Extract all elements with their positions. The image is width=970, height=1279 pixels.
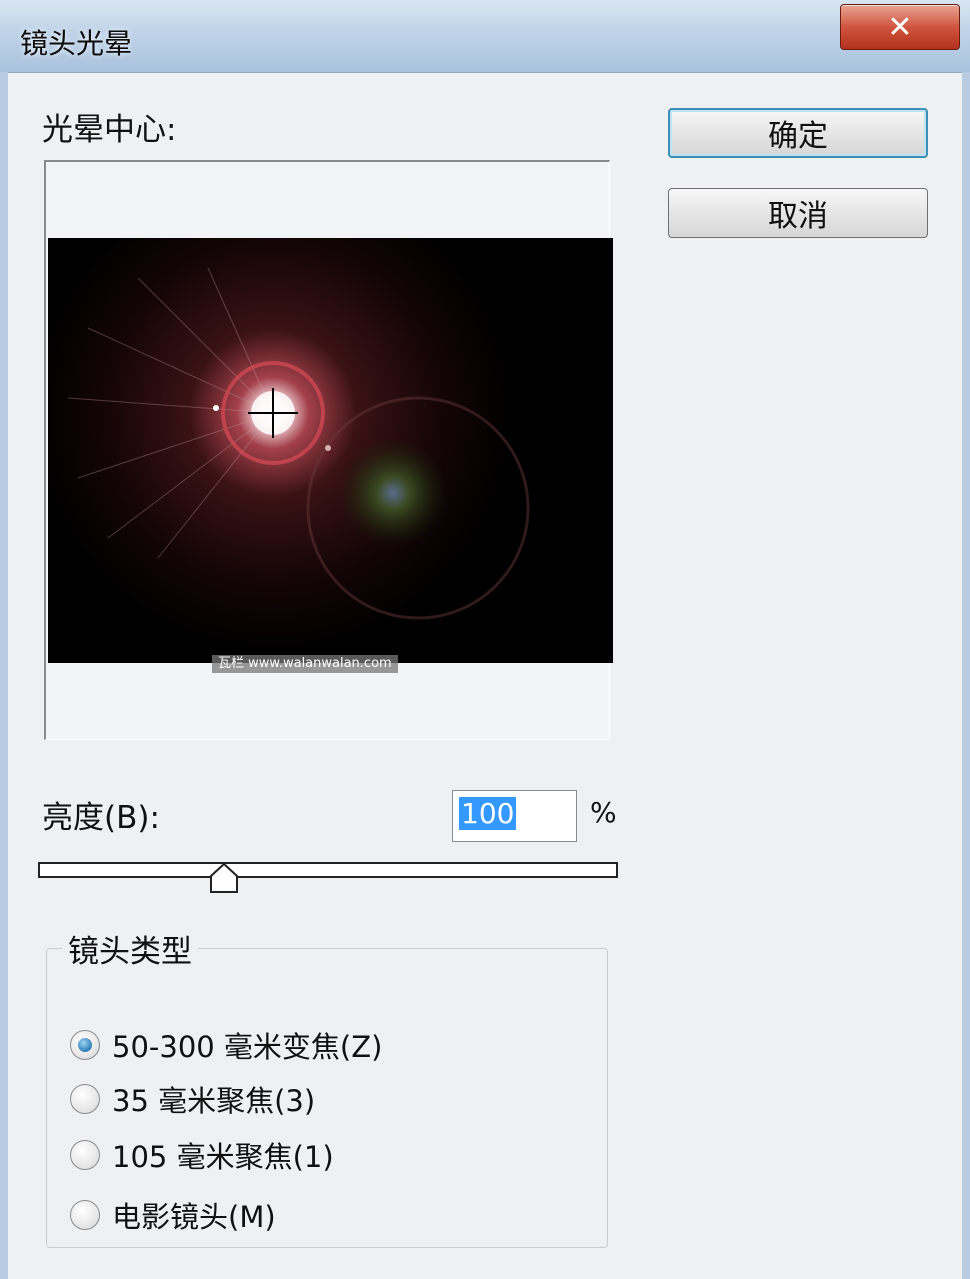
radio-button[interactable] bbox=[70, 1084, 100, 1114]
lens-option-35mm[interactable]: 35 毫米聚焦(3) bbox=[70, 1078, 315, 1120]
lens-option-105mm[interactable]: 105 毫米聚焦(1) bbox=[70, 1134, 334, 1176]
radio-button[interactable] bbox=[70, 1030, 100, 1060]
brightness-input[interactable]: 100 bbox=[452, 790, 577, 842]
percent-unit: % bbox=[590, 796, 617, 829]
radio-button[interactable] bbox=[70, 1140, 100, 1170]
lens-option-label: 50-300 毫米变焦(Z) bbox=[112, 1030, 383, 1064]
lens-option-label: 电影镜头(M) bbox=[112, 1200, 276, 1234]
window-frame-left bbox=[0, 72, 8, 1279]
lens-option-label: 35 毫米聚焦(3) bbox=[112, 1084, 316, 1118]
slider-thumb-icon[interactable] bbox=[209, 862, 239, 894]
brightness-label: 亮度(B): bbox=[42, 800, 160, 836]
close-icon: ✕ bbox=[887, 9, 913, 45]
window-title: 镜头光晕 bbox=[20, 27, 133, 60]
ok-button[interactable]: 确定 bbox=[668, 108, 928, 158]
preview-watermark: 瓦栏 www.walanwalan.com bbox=[212, 655, 398, 673]
lens-option-movie[interactable]: 电影镜头(M) bbox=[70, 1194, 276, 1236]
lens-option-zoom[interactable]: 50-300 毫米变焦(Z) bbox=[70, 1024, 382, 1066]
window-frame-right bbox=[962, 72, 970, 1279]
close-button[interactable]: ✕ bbox=[840, 4, 960, 50]
radio-button[interactable] bbox=[70, 1200, 100, 1230]
lens-type-title: 镜头类型 bbox=[62, 926, 198, 971]
title-bar: 镜头光晕 ✕ bbox=[0, 0, 970, 73]
lens-option-label: 105 毫米聚焦(1) bbox=[112, 1140, 334, 1174]
brightness-slider[interactable] bbox=[38, 862, 618, 878]
flare-center-label: 光晕中心: bbox=[42, 112, 177, 148]
cancel-button[interactable]: 取消 bbox=[668, 188, 928, 238]
brightness-value: 100 bbox=[459, 797, 517, 830]
flare-preview[interactable] bbox=[48, 238, 613, 663]
